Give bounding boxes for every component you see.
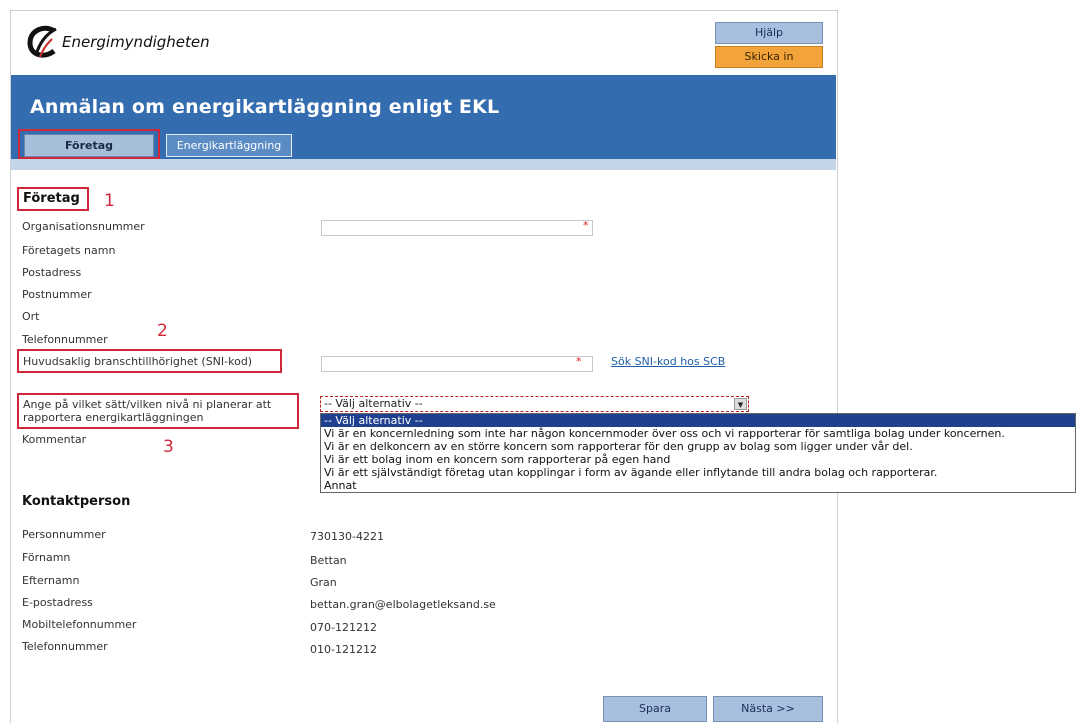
phone-label: Telefonnummer: [22, 333, 108, 346]
mobile-label: Mobiltelefonnummer: [22, 618, 137, 631]
next-button[interactable]: Nästa >>: [713, 696, 823, 722]
required-mark-sni: *: [576, 355, 582, 368]
org-nr-input[interactable]: [321, 220, 593, 236]
sni-input[interactable]: [321, 356, 593, 372]
highlight-box-1: [17, 187, 89, 211]
save-button[interactable]: Spara: [603, 696, 707, 722]
contact-section-title: Kontaktperson: [22, 494, 131, 509]
mobile-value: 070-121212: [310, 621, 377, 634]
highlight-box-tab: [18, 129, 160, 159]
company-name-label: Företagets namn: [22, 244, 116, 257]
contact-phone-label: Telefonnummer: [22, 640, 108, 653]
contact-phone-value: 010-121212: [310, 643, 377, 656]
dropdown-option[interactable]: Annat: [321, 479, 1075, 492]
highlight-box-3: [17, 393, 299, 429]
postal-address-label: Postadress: [22, 266, 82, 279]
logo: Energimyndigheten: [26, 24, 210, 60]
dropdown-option[interactable]: Vi är en koncernledning som inte har någ…: [321, 427, 1075, 440]
annotation-number-3: 3: [163, 437, 174, 457]
reporting-level-select[interactable]: -- Välj alternativ -- ▼: [320, 396, 749, 412]
email-value: bettan.gran@elbolagetleksand.se: [310, 598, 496, 611]
firstname-value: Bettan: [310, 554, 347, 567]
firstname-label: Förnamn: [22, 551, 71, 564]
personnummer-value: 730130-4221: [310, 530, 384, 543]
dropdown-option[interactable]: Vi är ett självständigt företag utan kop…: [321, 466, 1075, 479]
annotation-number-2: 2: [157, 321, 168, 341]
personnummer-label: Personnummer: [22, 528, 106, 541]
dropdown-option[interactable]: Vi är en delkoncern av en större koncern…: [321, 440, 1075, 453]
energimyndigheten-logo-icon: [27, 25, 57, 58]
dropdown-option[interactable]: -- Välj alternativ --: [321, 414, 1075, 427]
comment-label: Kommentar: [22, 433, 87, 446]
postal-code-label: Postnummer: [22, 288, 92, 301]
header-strip: [11, 159, 836, 170]
org-nr-label: Organisationsnummer: [22, 220, 145, 233]
reporting-level-dropdown: -- Välj alternativ -- Vi är en koncernle…: [320, 413, 1076, 493]
tab-energikartlaggning[interactable]: Energikartläggning: [166, 134, 292, 157]
select-value: -- Välj alternativ --: [324, 397, 423, 410]
lastname-value: Gran: [310, 576, 337, 589]
annotation-number-1: 1: [104, 191, 115, 211]
send-button[interactable]: Skicka in: [715, 46, 823, 68]
required-mark: *: [583, 219, 589, 232]
page-title: Anmälan om energikartläggning enligt EKL: [30, 96, 500, 118]
city-label: Ort: [22, 310, 40, 323]
logo-text: Energimyndigheten: [62, 33, 210, 51]
lastname-label: Efternamn: [22, 574, 80, 587]
email-label: E-postadress: [22, 596, 93, 609]
dropdown-option[interactable]: Vi är ett bolag inom en koncern som rapp…: [321, 453, 1075, 466]
sni-search-link[interactable]: Sök SNI-kod hos SCB: [611, 355, 725, 368]
highlight-box-2: [17, 349, 282, 373]
chevron-down-icon[interactable]: ▼: [734, 398, 747, 410]
help-button[interactable]: Hjälp: [715, 22, 823, 44]
